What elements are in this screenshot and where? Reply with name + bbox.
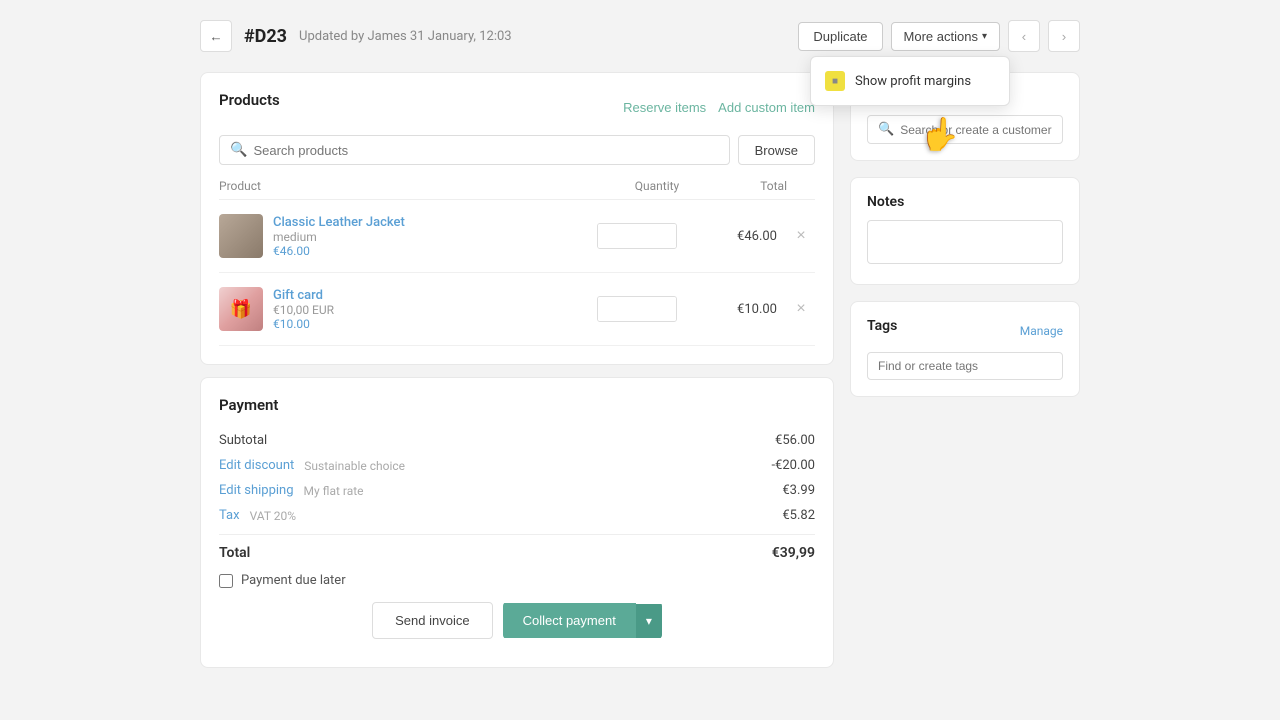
chevron-down-icon: ▾ [982,31,987,42]
subtotal-value: €56.00 [775,433,815,448]
subtotal-row: Subtotal €56.00 [219,428,815,453]
products-title: Products [219,91,280,109]
right-panel: Customer 🔍 Notes Tags Manage [850,72,1080,720]
discount-desc: Sustainable choice [304,459,761,473]
top-bar-right: Duplicate More actions ▾ ‹ › ■ Show prof… [798,20,1080,52]
product-info: Classic Leather Jacket medium €46.00 [273,214,577,258]
qty-input[interactable]: 1 [598,297,677,321]
col-product-header: Product [219,179,607,193]
show-profit-margins-item[interactable]: ■ Show profit margins [811,63,1009,99]
products-header: Products Reserve items Add custom item [219,91,815,123]
notes-title: Notes [867,194,1063,210]
product-variant: medium [273,230,577,244]
qty-stepper: 1 ▲ ▼ [597,223,677,249]
total-value: €39,99 [772,545,815,561]
tags-input[interactable] [867,352,1063,380]
qty-stepper: 1 ▲ ▼ [597,296,677,322]
payment-title: Payment [219,396,815,414]
products-actions: Reserve items Add custom item [623,100,815,115]
notes-textarea[interactable] [867,220,1063,264]
top-bar-left: ← #D23 Updated by James 31 January, 12:0… [200,20,512,52]
top-bar: ← #D23 Updated by James 31 January, 12:0… [200,20,1080,52]
send-invoice-button[interactable]: Send invoice [372,602,492,639]
remove-item-button[interactable]: × [787,300,815,318]
payment-due-later-label: Payment due later [241,573,346,588]
col-headers: Product Quantity Total [219,179,815,200]
shipping-value: €3.99 [782,483,815,498]
product-price: €10.00 [273,317,577,331]
discount-row: Edit discount Sustainable choice -€20.00 [219,453,815,478]
profit-margins-icon: ■ [825,71,845,91]
browse-button[interactable]: Browse [738,135,815,165]
discount-label[interactable]: Edit discount [219,458,294,473]
table-row: 🎁 Gift card €10,00 EUR €10.00 1 ▲ ▼ [219,273,815,346]
tags-title: Tags [867,318,897,334]
customer-search-box: 🔍 [867,115,1063,144]
more-actions-dropdown: ■ Show profit margins [810,56,1010,106]
tax-desc: VAT 20% [250,509,773,523]
product-thumbnail [219,214,263,258]
col-action-header [787,179,815,193]
row-total: €10.00 [697,302,777,317]
discount-value: -€20.00 [771,458,815,473]
left-panel: Products Reserve items Add custom item 🔍… [200,72,834,720]
tax-row: Tax VAT 20% €5.82 [219,503,815,528]
product-name-link[interactable]: Classic Leather Jacket [273,215,405,230]
payment-card: Payment Subtotal €56.00 Edit discount Su… [200,377,834,668]
doc-subtitle: Updated by James 31 January, 12:03 [299,29,512,44]
tax-value: €5.82 [782,508,815,523]
tax-label[interactable]: Tax [219,508,240,523]
manage-tags-link[interactable]: Manage [1020,324,1063,338]
doc-id: #D23 [244,26,287,47]
product-variant: €10,00 EUR [273,303,577,317]
product-name-link[interactable]: Gift card [273,288,323,303]
nav-prev-button[interactable]: ‹ [1008,20,1040,52]
collect-payment-dropdown[interactable]: ▾ [636,604,662,638]
payment-due-later-row: Payment due later [219,561,815,588]
subtotal-label: Subtotal [219,433,267,448]
product-thumbnail: 🎁 [219,287,263,331]
footer-buttons: Send invoice Collect payment ▾ [219,588,815,649]
table-row: Classic Leather Jacket medium €46.00 1 ▲… [219,200,815,273]
more-actions-label: More actions [904,29,978,44]
product-search-box: 🔍 [219,135,730,165]
product-price: €46.00 [273,244,577,258]
row-total: €46.00 [697,229,777,244]
collect-payment-main[interactable]: Collect payment [503,603,636,638]
more-actions-button[interactable]: More actions ▾ [891,22,1000,51]
notes-card: Notes [850,177,1080,285]
shipping-row: Edit shipping My flat rate €3.99 [219,478,815,503]
tags-header: Tags Manage [867,318,1063,344]
products-card: Products Reserve items Add custom item 🔍… [200,72,834,365]
total-label: Total [219,545,250,561]
remove-item-button[interactable]: × [787,227,815,245]
customer-search-icon: 🔍 [878,122,894,137]
add-custom-item-button[interactable]: Add custom item [718,100,815,115]
duplicate-button[interactable]: Duplicate [798,22,882,51]
shipping-desc: My flat rate [304,484,773,498]
col-qty-header: Quantity [607,179,707,193]
payment-due-later-checkbox[interactable] [219,574,233,588]
collect-payment-button: Collect payment ▾ [503,602,662,639]
product-search-row: 🔍 Browse [219,135,815,165]
col-total-header: Total [707,179,787,193]
customer-search-input[interactable] [900,123,1052,137]
reserve-items-button[interactable]: Reserve items [623,100,706,115]
qty-input[interactable]: 1 [598,224,677,248]
main-content: Products Reserve items Add custom item 🔍… [200,72,1080,720]
search-products-input[interactable] [253,143,718,158]
shipping-label[interactable]: Edit shipping [219,483,294,498]
product-info: Gift card €10,00 EUR €10.00 [273,287,577,331]
search-icon: 🔍 [230,142,247,158]
back-button[interactable]: ← [200,20,232,52]
total-row: Total €39,99 [219,534,815,561]
show-profit-margins-label: Show profit margins [855,74,971,89]
nav-next-button[interactable]: › [1048,20,1080,52]
tags-card: Tags Manage [850,301,1080,397]
